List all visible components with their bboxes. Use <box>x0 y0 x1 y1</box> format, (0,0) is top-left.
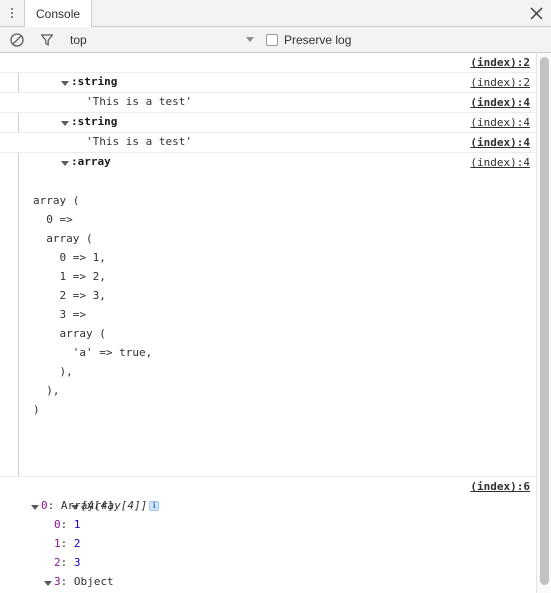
console-message[interactable]: 'This is a test' (index):4 <box>0 113 551 148</box>
disclosure-triangle-icon[interactable] <box>31 502 40 511</box>
source-link[interactable]: (index):4 <box>470 153 530 172</box>
tab-strip: Console <box>0 0 551 27</box>
property-separator: : <box>60 537 74 550</box>
property-separator: : <box>60 556 74 569</box>
console-toolbar: top Preserve log <box>0 27 551 53</box>
property-key: 3 <box>54 575 61 588</box>
object-tree-nodes: 0: Array[4]0: 11: 22: 33: Objecta: true_… <box>0 496 551 593</box>
property-value[interactable]: 2 <box>74 537 81 550</box>
scrollbar-thumb[interactable] <box>540 57 549 585</box>
object-tree-node[interactable]: 3: Object <box>0 572 551 591</box>
console-message[interactable]: :string (index):4 <box>0 93 551 128</box>
property-key: 2 <box>54 556 61 569</box>
property-key: 1 <box>54 537 61 550</box>
dump-block-row: array ( 0 => array ( 0 => 1, 1 => 2, 2 =… <box>0 153 551 476</box>
property-separator: : <box>60 575 74 588</box>
dump-row: 'This is a test' (index):2 <box>0 73 551 108</box>
tab-strip-spacer <box>92 0 521 26</box>
filter-icon[interactable] <box>36 29 58 51</box>
source-link[interactable]: (index):4 <box>470 113 530 132</box>
property-separator: : <box>60 518 74 531</box>
object-tree-node[interactable]: 0: 1 <box>0 515 551 534</box>
console-message[interactable]: array ( 0 => array ( 0 => 1, 1 => 2, 2 =… <box>0 153 551 477</box>
chevron-down-icon[interactable] <box>246 37 254 42</box>
console-message[interactable]: 'This is a test' (index):2 <box>0 73 551 108</box>
source-link[interactable]: (index):2 <box>470 73 530 92</box>
source-link[interactable]: (index):2 <box>470 53 530 72</box>
execution-context-selector[interactable]: top <box>70 33 87 47</box>
group-header-row[interactable]: :string (index):2 <box>0 53 551 88</box>
group-header-row[interactable]: :string (index):4 <box>0 93 551 128</box>
object-tree-node[interactable]: 2: 3 <box>0 553 551 572</box>
group-header-row[interactable]: :array (index):4 <box>0 133 551 168</box>
object-tree-node[interactable]: 0: Array[4] <box>0 496 551 515</box>
property-key: 0 <box>54 518 61 531</box>
source-link[interactable]: (index):4 <box>470 133 530 152</box>
preserve-log-toggle[interactable]: Preserve log <box>266 33 351 47</box>
message-text: array ( 0 => array ( 0 => 1, 1 => 2, 2 =… <box>33 194 153 416</box>
object-tree-node[interactable]: 1: 2 <box>0 534 551 553</box>
console-message[interactable]: :string (index):2 <box>0 53 551 88</box>
console-message[interactable]: [Array[4]] (index):6 0: Array[4]0: 11: 2… <box>0 477 551 593</box>
console-message-list[interactable]: :string (index):2 'This is a test' (inde… <box>0 53 551 593</box>
property-value[interactable]: 1 <box>74 518 81 531</box>
tab-console[interactable]: Console <box>24 0 93 27</box>
preserve-log-label: Preserve log <box>284 32 352 47</box>
kebab-menu-icon[interactable] <box>0 0 24 26</box>
execution-context-label: top <box>70 32 87 47</box>
property-separator: : <box>47 499 61 512</box>
preserve-log-checkbox[interactable] <box>266 33 278 46</box>
dump-row: 'This is a test' (index):4 <box>0 113 551 148</box>
disclosure-triangle-icon[interactable] <box>44 578 53 587</box>
property-value[interactable]: Object <box>74 575 114 588</box>
console-scrollbar[interactable] <box>536 53 551 593</box>
clear-console-icon[interactable] <box>6 29 28 51</box>
tab-console-label: Console <box>36 6 81 21</box>
property-key: 0 <box>41 499 48 512</box>
close-icon[interactable] <box>521 0 551 26</box>
devtools-window: Console top Preserve log:string (index)… <box>0 0 551 593</box>
property-value[interactable]: Array[4] <box>61 499 114 512</box>
object-tree-root-row[interactable]: [Array[4]] (index):6 <box>0 477 551 512</box>
console-message[interactable]: :array (index):4 <box>0 133 551 168</box>
source-link[interactable]: (index):4 <box>470 93 530 112</box>
property-value[interactable]: 3 <box>74 556 81 569</box>
source-link[interactable]: (index):6 <box>470 477 530 496</box>
